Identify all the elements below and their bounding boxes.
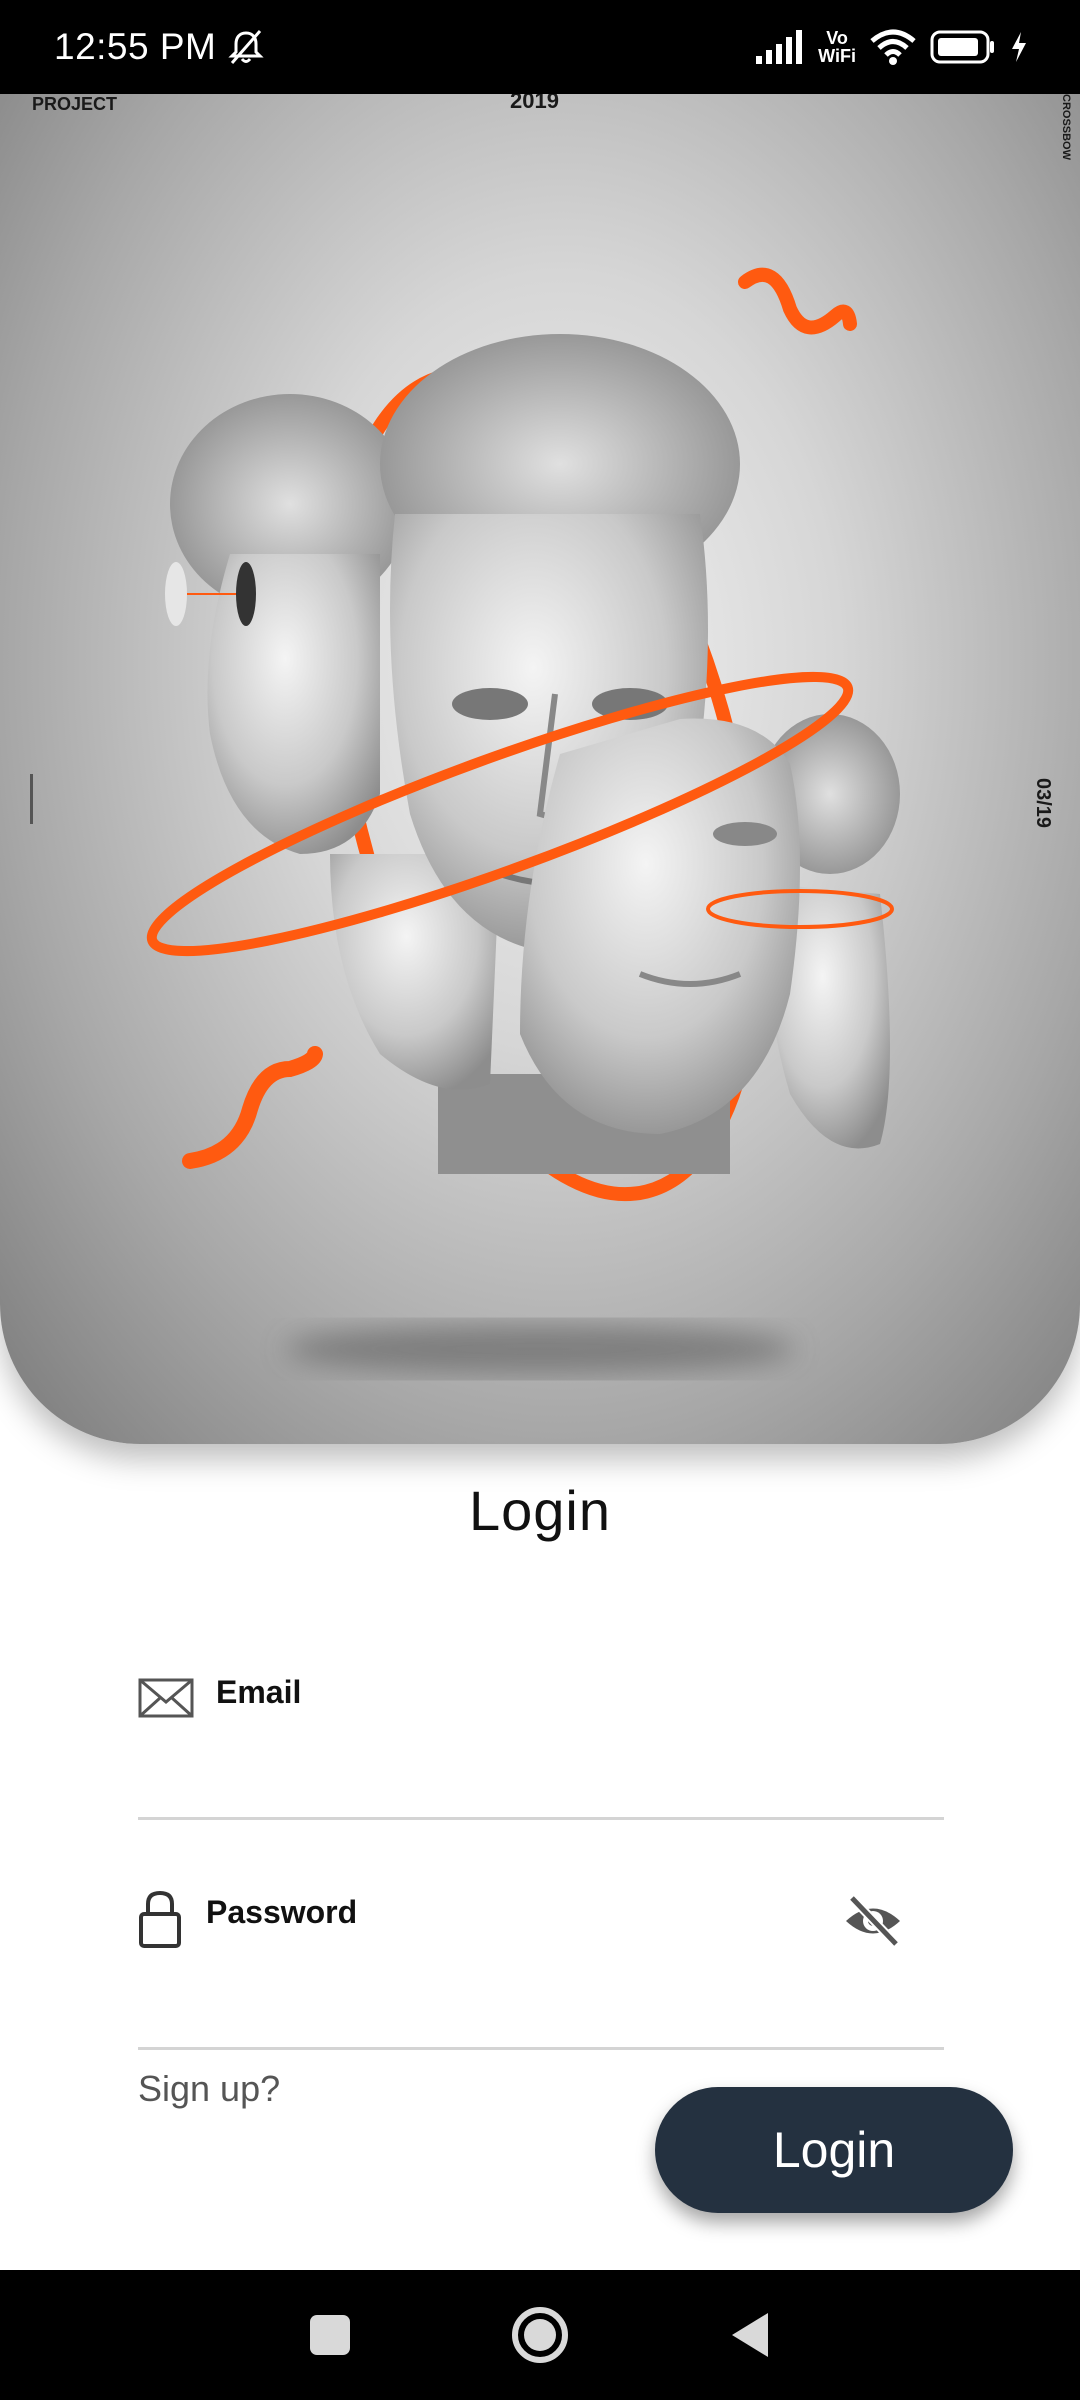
hero-year-text: 2019 <box>510 94 559 113</box>
login-screen: 12:55 PM Vo WiFi PROJECT 2019 CROSSBOW 0… <box>0 0 1080 2400</box>
home-icon <box>512 2307 568 2363</box>
status-icons: Vo WiFi <box>754 29 1028 65</box>
hero-crossbow-text: CROSSBOW <box>1060 94 1072 160</box>
eye-off-icon[interactable] <box>842 1890 904 1952</box>
password-field[interactable]: Password <box>138 1890 944 2050</box>
recent-apps-icon <box>310 2315 350 2355</box>
navigation-bar <box>0 2270 1080 2400</box>
email-field[interactable]: Email <box>138 1666 944 1820</box>
back-button[interactable] <box>715 2300 785 2370</box>
email-label: Email <box>216 1674 302 1710</box>
bell-off-icon <box>228 30 264 64</box>
wifi-icon <box>870 29 916 65</box>
password-label: Password <box>206 1894 358 1930</box>
vowifi-top: Vo <box>826 28 848 48</box>
back-icon <box>732 2313 768 2357</box>
recent-apps-button[interactable] <box>295 2300 365 2370</box>
signup-link[interactable]: Sign up? <box>138 2068 280 2110</box>
sculpture-artwork <box>30 267 900 1375</box>
charging-icon <box>1012 32 1026 62</box>
hero-side-number: 03/19 <box>1032 778 1054 829</box>
email-input[interactable] <box>216 1746 916 1796</box>
signal-icon <box>756 30 803 64</box>
email-icon <box>138 1678 194 1718</box>
battery-icon <box>930 30 994 64</box>
vowifi-label: Vo WiFi <box>818 29 856 65</box>
login-button[interactable]: Login <box>655 2087 1013 2213</box>
page-title: Login <box>468 1479 612 1542</box>
vowifi-bottom: WiFi <box>818 46 856 66</box>
password-input[interactable] <box>216 1970 916 2020</box>
lock-icon <box>139 1890 181 1948</box>
hero-project-text: PROJECT <box>32 94 118 114</box>
status-time: 12:55 PM <box>54 26 217 67</box>
hero-image: PROJECT 2019 CROSSBOW 03/19 <box>0 94 1080 1444</box>
home-button[interactable] <box>505 2300 575 2370</box>
status-bar: 12:55 PM Vo WiFi <box>0 0 1080 94</box>
